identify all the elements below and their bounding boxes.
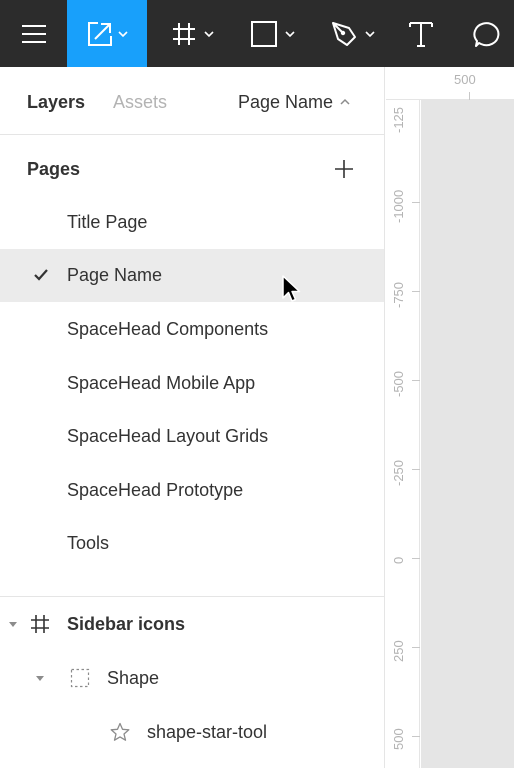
layer-label: Sidebar icons: [67, 614, 186, 634]
ruler-label: 250: [391, 640, 406, 662]
menu-icon: [21, 24, 46, 43]
layers-panel: Layers Assets Page Name Pages Title Page…: [0, 67, 385, 768]
toolbar: [0, 0, 514, 67]
layer-row-frame[interactable]: Sidebar icons: [0, 597, 384, 651]
layer-label: Shape: [107, 668, 160, 688]
page-label: SpaceHead Components: [67, 318, 269, 339]
pen-tool-button[interactable]: [320, 0, 386, 67]
chevron-down-icon: [285, 30, 295, 37]
page-switcher-label: Page Name: [238, 92, 334, 112]
page-list: Title Page Page Name SpaceHead Component…: [0, 195, 384, 571]
ruler-tick: [412, 291, 420, 292]
ruler-tick: [412, 558, 420, 559]
menu-button[interactable]: [0, 0, 67, 67]
ruler-label: -500: [391, 370, 406, 397]
page-label: Tools: [67, 533, 110, 554]
page-label: SpaceHead Prototype: [67, 479, 244, 500]
ruler-tick: [412, 647, 420, 648]
ruler-label: -750: [391, 281, 406, 308]
page-item[interactable]: SpaceHead Prototype: [0, 463, 384, 517]
ruler-tick: [412, 469, 420, 470]
star-icon: [110, 722, 130, 741]
chevron-down-icon: [118, 30, 128, 37]
shape-tool-icon: [251, 20, 277, 47]
ruler-label: -250: [391, 459, 406, 486]
page-switcher[interactable]: Page Name: [238, 91, 351, 113]
add-page-icon[interactable]: [333, 158, 355, 180]
canvas-area[interactable]: [421, 100, 514, 768]
tab-layers[interactable]: Layers: [27, 91, 85, 113]
ruler-tick: [412, 380, 420, 381]
text-tool-button[interactable]: [398, 0, 444, 67]
page-item[interactable]: Tools: [0, 517, 384, 571]
pen-tool-icon: [332, 21, 356, 46]
ruler-tick: [469, 92, 470, 100]
ruler-label: 500: [454, 72, 476, 87]
ruler-label: -125: [391, 106, 406, 133]
ruler-vertical: -125 -1000 -750 -500 -250 0 250 500: [386, 100, 420, 768]
frame-icon: [31, 615, 49, 633]
ruler-tick: [412, 736, 420, 737]
ruler-horizontal: 500: [386, 67, 514, 100]
checkmark-icon: [34, 269, 48, 281]
text-tool-icon: [409, 21, 433, 47]
ruler-label: 500: [391, 728, 406, 750]
panel-tabs: Layers Assets Page Name: [0, 67, 384, 135]
caret-down-icon[interactable]: [8, 619, 18, 629]
page-item[interactable]: SpaceHead Layout Grids: [0, 409, 384, 463]
chevron-up-icon: [340, 98, 350, 105]
frame-tool-icon: [173, 22, 195, 45]
layer-row-star[interactable]: shape-star-tool: [0, 705, 384, 759]
frame-tool-button[interactable]: [160, 0, 226, 67]
layer-row-group[interactable]: Shape: [0, 651, 384, 705]
ruler-label: -1000: [391, 189, 406, 223]
page-label: SpaceHead Mobile App: [67, 372, 256, 393]
move-tool-icon: [88, 21, 112, 46]
ruler-label: 0: [391, 556, 406, 564]
cursor-arrow-icon: [282, 275, 301, 302]
page-item[interactable]: SpaceHead Mobile App: [0, 356, 384, 410]
page-item[interactable]: SpaceHead Components: [0, 302, 384, 356]
move-tool-button[interactable]: [67, 0, 147, 67]
chevron-down-icon: [365, 30, 375, 37]
page-label: Title Page: [67, 211, 148, 232]
ruler-tick: [412, 202, 420, 203]
caret-down-icon[interactable]: [35, 673, 45, 683]
pages-header: Pages: [27, 159, 81, 179]
layer-label: shape-star-tool: [147, 722, 268, 742]
comment-tool-icon: [473, 21, 500, 47]
page-label: SpaceHead Layout Grids: [67, 426, 269, 447]
tab-assets[interactable]: Assets: [113, 91, 167, 113]
page-item[interactable]: Title Page: [0, 195, 384, 249]
comment-tool-button[interactable]: [462, 0, 514, 67]
chevron-down-icon: [204, 30, 214, 37]
group-icon: [70, 668, 90, 688]
shape-tool-button[interactable]: [240, 0, 306, 67]
page-label: Page Name: [67, 265, 163, 286]
page-item-selected[interactable]: Page Name: [0, 248, 384, 303]
